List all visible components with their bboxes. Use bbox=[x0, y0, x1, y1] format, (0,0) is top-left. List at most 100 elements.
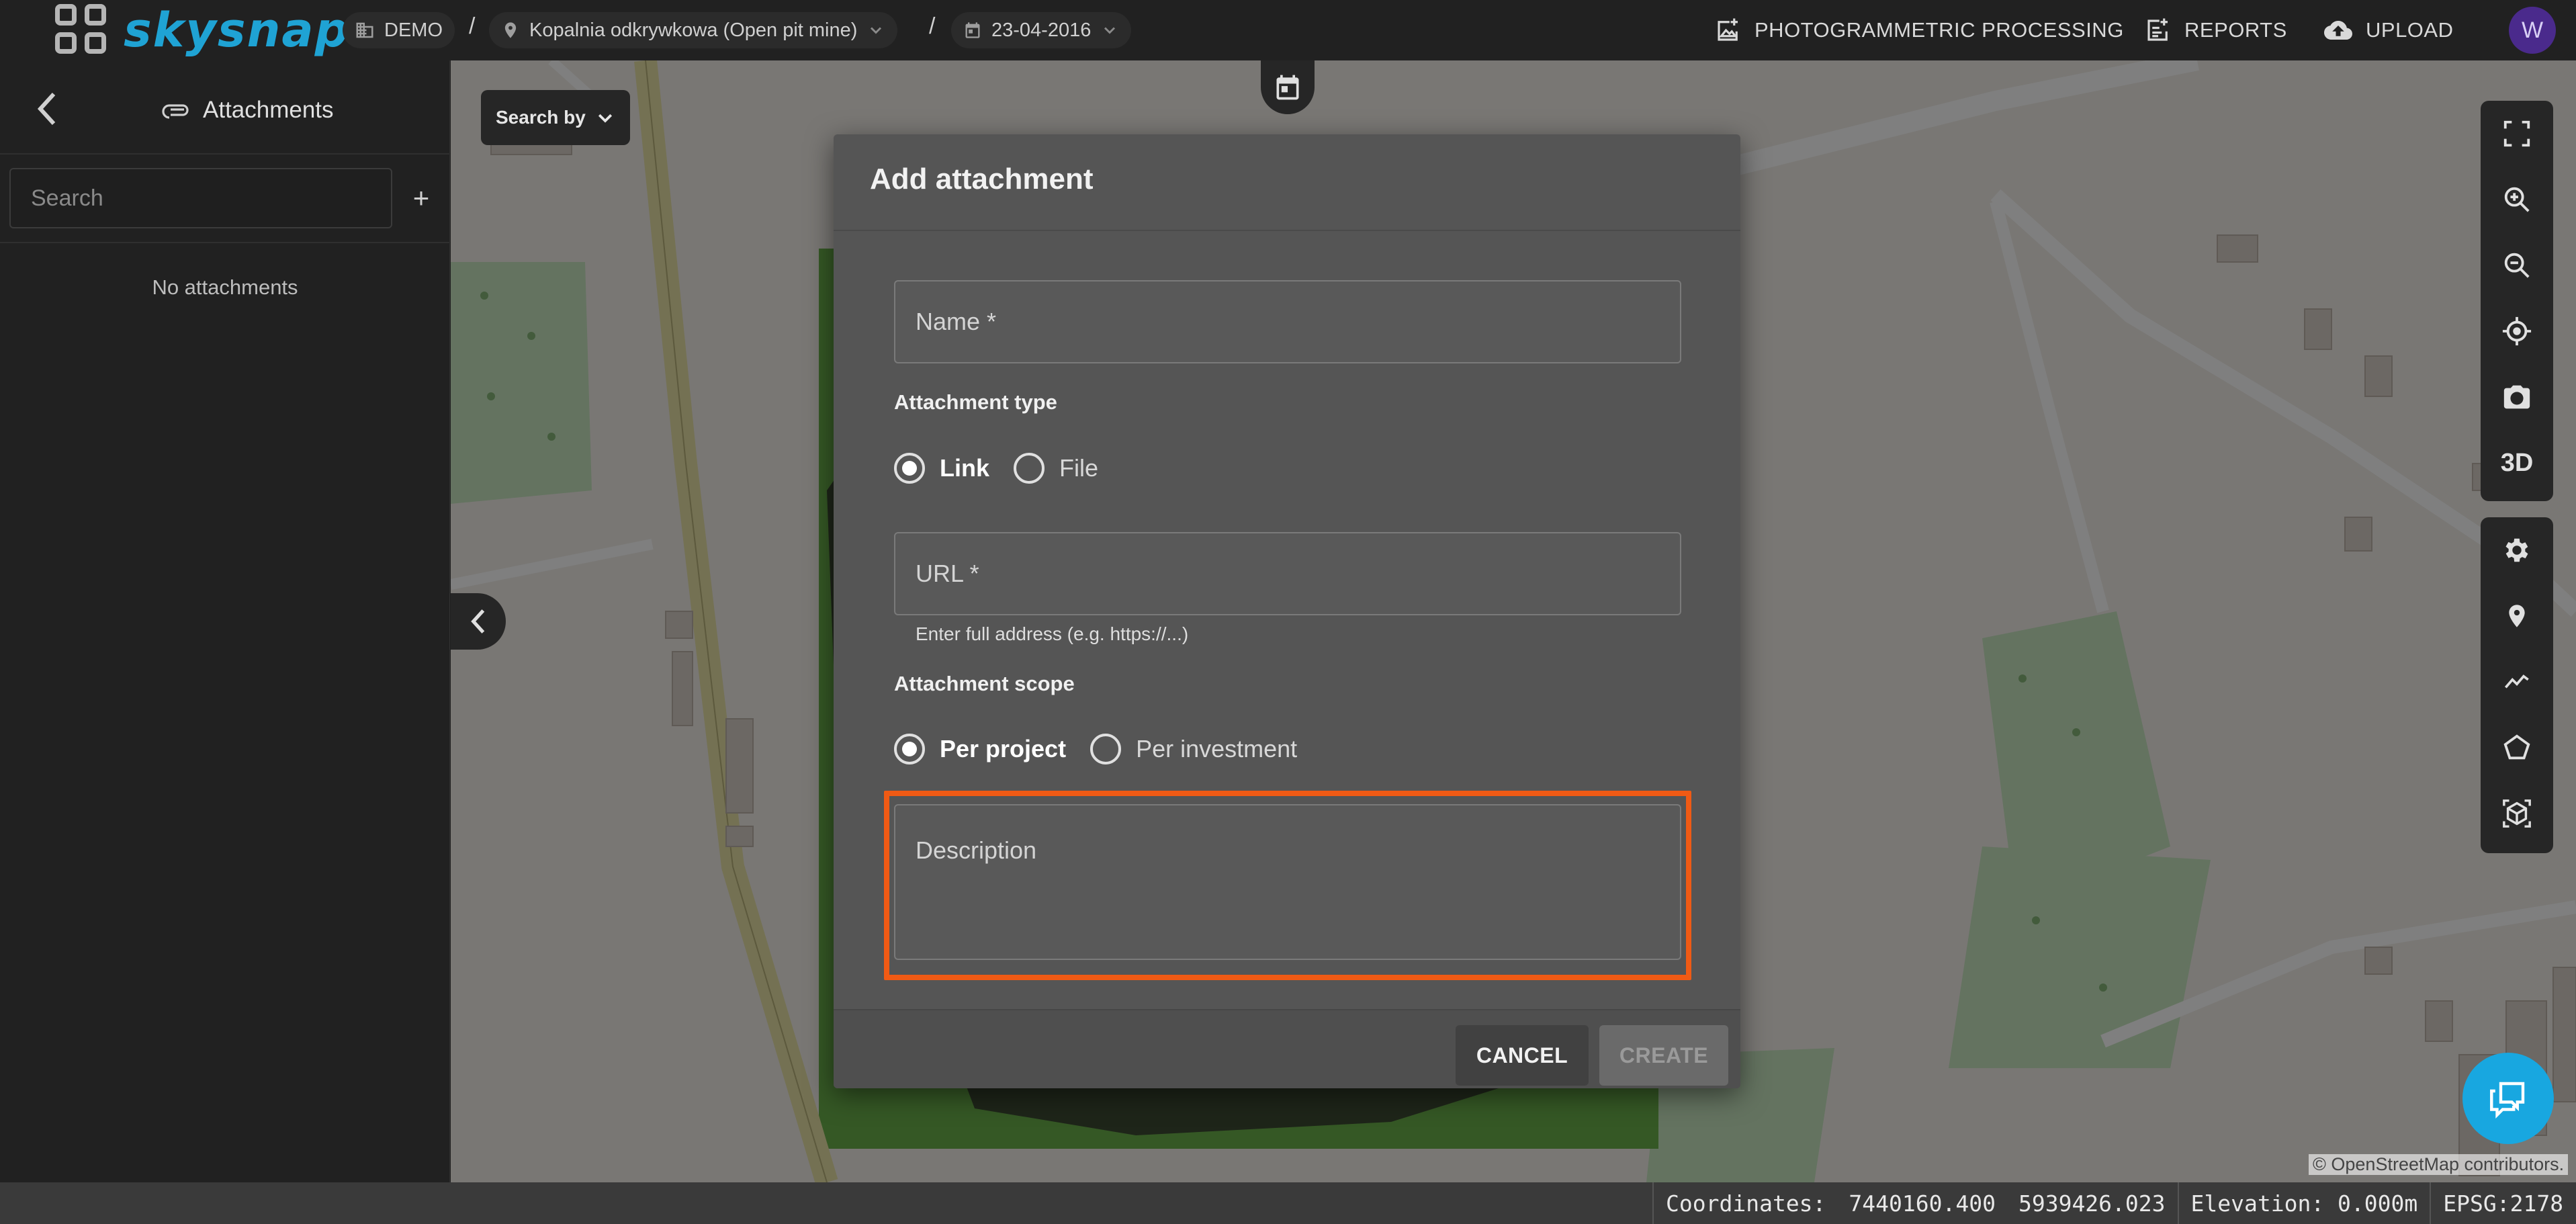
report-icon bbox=[2147, 18, 2168, 41]
nav-reports-label: REPORTS bbox=[2184, 18, 2287, 42]
breadcrumb-organization[interactable]: DEMO bbox=[343, 12, 455, 48]
radio-link[interactable] bbox=[894, 453, 925, 484]
epsg-value: EPSG:2178 bbox=[2443, 1190, 2564, 1217]
map-attribution[interactable]: © OpenStreetMap contributors. bbox=[2309, 1154, 2569, 1175]
attachment-icon bbox=[162, 104, 189, 119]
url-helper-text: Enter full address (e.g. https://...) bbox=[916, 623, 1189, 644]
top-bar: skysnap DEMO / Kopalnia odkrywkowa (Open… bbox=[0, 0, 2576, 60]
coordinate-y: 5939426.023 bbox=[2018, 1190, 2166, 1217]
crosshair-icon bbox=[2502, 316, 2532, 346]
search-by-dropdown[interactable]: Search by bbox=[481, 90, 630, 145]
date-label: 23-04-2016 bbox=[991, 19, 1092, 41]
location-pin-icon bbox=[504, 22, 517, 38]
divider bbox=[0, 153, 450, 155]
attachment-scope-label: Attachment scope bbox=[894, 672, 1075, 695]
camera-icon bbox=[2503, 385, 2530, 409]
organization-label: DEMO bbox=[384, 19, 443, 41]
add-attachment-dialog: Add attachment Name * Attachment type Li… bbox=[834, 134, 1740, 1088]
coordinates-readout: Coordinates: 7440160.400 5939426.023 Ele… bbox=[1652, 1182, 2575, 1224]
nav-upload[interactable]: UPLOAD bbox=[2323, 12, 2453, 48]
create-button[interactable]: CREATE bbox=[1599, 1025, 1728, 1086]
radio-per-investment-label[interactable]: Per investment bbox=[1136, 735, 1297, 763]
locate-button[interactable] bbox=[2481, 298, 2553, 364]
elevation-value: Elevation: 0.000m bbox=[2190, 1190, 2418, 1217]
chevron-down-icon bbox=[1104, 27, 1116, 34]
measure-area-button[interactable] bbox=[2481, 715, 2553, 781]
cloud-upload-icon bbox=[2324, 20, 2352, 40]
logo-text: skysnap bbox=[124, 3, 350, 58]
cancel-button[interactable]: CANCEL bbox=[1456, 1025, 1589, 1086]
calendar-icon bbox=[1276, 75, 1299, 100]
breadcrumb-separator: / bbox=[929, 13, 936, 39]
map-tools-toolbar bbox=[2481, 517, 2553, 853]
polygon-icon bbox=[2503, 734, 2530, 760]
polyline-icon bbox=[2504, 674, 2529, 689]
fullscreen-icon bbox=[2503, 120, 2530, 147]
nav-upload-label: UPLOAD bbox=[2366, 18, 2454, 42]
url-input[interactable]: URL * bbox=[894, 532, 1681, 615]
dialog-title: Add attachment bbox=[870, 163, 1094, 195]
measure-line-button[interactable] bbox=[2481, 649, 2553, 715]
radio-per-project[interactable] bbox=[894, 734, 925, 764]
3d-label: 3D bbox=[2500, 448, 2534, 477]
logo-icon bbox=[55, 4, 112, 56]
radio-per-investment[interactable] bbox=[1090, 734, 1122, 764]
nav-photogrammetric-processing[interactable]: PHOTOGRAMMETRIC PROCESSING bbox=[1714, 12, 2124, 48]
cube-icon bbox=[2503, 799, 2531, 828]
radio-per-project-label[interactable]: Per project bbox=[940, 735, 1066, 763]
nav-photogrammetric-label: PHOTOGRAMMETRIC PROCESSING bbox=[1755, 18, 2124, 42]
zoom-out-button[interactable] bbox=[2481, 232, 2553, 298]
back-button[interactable] bbox=[34, 89, 60, 129]
breadcrumb-date[interactable]: 23-04-2016 bbox=[951, 12, 1132, 48]
breadcrumb-project[interactable]: Kopalnia odkrywkowa (Open pit mine) bbox=[489, 12, 898, 48]
map-view-toolbar: 3D bbox=[2481, 101, 2553, 501]
collapse-sidebar-button[interactable] bbox=[451, 593, 506, 650]
breadcrumb-separator: / bbox=[469, 13, 476, 39]
divider bbox=[834, 230, 1740, 231]
chevron-left-icon bbox=[471, 609, 485, 633]
attachment-type-label: Attachment type bbox=[894, 390, 1057, 414]
chevron-down-icon bbox=[871, 27, 882, 34]
settings-button[interactable] bbox=[2481, 517, 2553, 583]
nav-reports[interactable]: REPORTS bbox=[2144, 12, 2287, 48]
chat-icon bbox=[2490, 1082, 2525, 1119]
empty-state-text: No attachments bbox=[152, 275, 298, 299]
radio-file-label[interactable]: File bbox=[1059, 454, 1098, 482]
name-input[interactable]: Name * bbox=[894, 280, 1681, 363]
logo[interactable]: skysnap bbox=[55, 3, 350, 58]
search-by-label: Search by bbox=[496, 107, 586, 128]
fullscreen-button[interactable] bbox=[2481, 101, 2553, 167]
attachment-scope-radio-group: Per project Per investment bbox=[894, 729, 1297, 769]
add-attachment-button[interactable]: + bbox=[406, 181, 437, 215]
gear-icon bbox=[2505, 538, 2528, 562]
zoom-in-icon bbox=[2504, 187, 2530, 212]
zoom-in-button[interactable] bbox=[2481, 167, 2553, 232]
3d-view-button[interactable]: 3D bbox=[2481, 430, 2553, 496]
measure-volume-button[interactable] bbox=[2481, 781, 2553, 846]
calendar-icon bbox=[965, 22, 980, 38]
chevron-left-icon bbox=[37, 92, 56, 126]
radio-link-label[interactable]: Link bbox=[940, 454, 989, 482]
sidebar-title-label: Attachments bbox=[203, 97, 334, 123]
zoom-out-icon bbox=[2504, 253, 2530, 278]
attachments-search-input[interactable]: Search bbox=[9, 168, 392, 228]
chat-support-button[interactable] bbox=[2462, 1053, 2554, 1144]
user-avatar[interactable]: W bbox=[2509, 7, 2556, 54]
focus-highlight-box bbox=[884, 791, 1691, 980]
image-add-icon bbox=[1718, 18, 1738, 41]
status-bar: Coordinates: 7440160.400 5939426.023 Ele… bbox=[0, 1182, 2576, 1224]
sidebar-title: Attachments bbox=[161, 90, 334, 130]
project-label: Kopalnia odkrywkowa (Open pit mine) bbox=[529, 19, 858, 41]
timeline-toggle-button[interactable] bbox=[1261, 60, 1315, 114]
coordinates-label: Coordinates: bbox=[1666, 1190, 1826, 1217]
attachment-type-radio-group: Link File bbox=[894, 448, 1098, 488]
screenshot-button[interactable] bbox=[2481, 364, 2553, 430]
add-marker-button[interactable] bbox=[2481, 583, 2553, 649]
location-pin-icon bbox=[2509, 605, 2525, 627]
attachments-sidebar: Attachments Search + No attachments bbox=[0, 60, 450, 1182]
chevron-down-icon bbox=[598, 114, 612, 123]
divider bbox=[0, 242, 450, 243]
dialog-footer: CANCEL CREATE bbox=[834, 1009, 1740, 1088]
radio-file[interactable] bbox=[1014, 453, 1045, 484]
building-icon bbox=[356, 22, 373, 38]
